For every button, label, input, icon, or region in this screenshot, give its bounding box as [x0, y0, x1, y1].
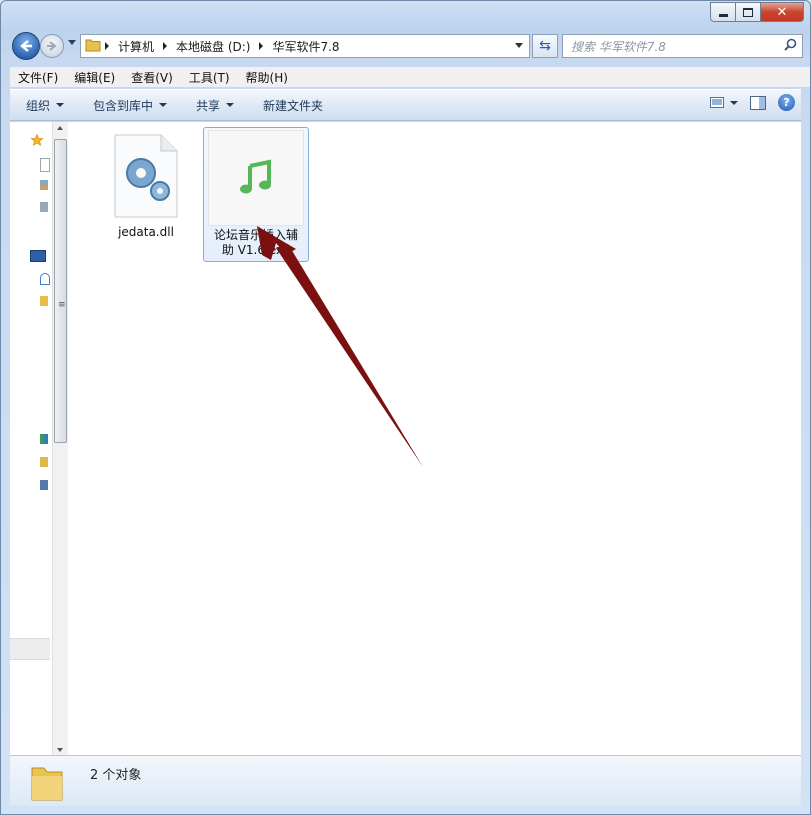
help-icon[interactable]: ? — [778, 94, 795, 111]
search-box[interactable]: 搜索 华军软件7.8 — [562, 34, 803, 58]
folder-large-icon — [30, 762, 64, 805]
forward-button[interactable] — [40, 34, 64, 58]
homegroup-icon[interactable] — [40, 273, 50, 285]
music-note-icon — [208, 130, 304, 226]
recent-places-icon[interactable] — [40, 202, 48, 212]
minimize-button[interactable] — [710, 2, 736, 22]
navigation-pane — [10, 122, 53, 756]
menu-bar: 文件(F) 编辑(E) 查看(V) 工具(T) 帮助(H) — [10, 67, 810, 87]
library-icon[interactable] — [30, 250, 46, 262]
scroll-down-icon[interactable] — [57, 748, 63, 752]
preview-pane-button[interactable] — [750, 95, 766, 110]
back-button[interactable] — [12, 32, 40, 60]
file-name-line1: 论坛音乐插入辅 — [213, 228, 298, 242]
share-label: 共享 — [196, 98, 221, 113]
search-icon[interactable] — [784, 38, 797, 54]
navigation-scrollbar[interactable]: ≡ — [52, 122, 68, 756]
breadcrumb-computer[interactable]: 计算机 — [113, 38, 159, 55]
breadcrumb-arrow-icon[interactable] — [105, 42, 109, 50]
share-button[interactable]: 共享 — [176, 97, 243, 114]
chevron-down-icon — [56, 103, 65, 107]
breadcrumb-arrow-icon[interactable] — [163, 42, 168, 50]
folder-icon[interactable] — [40, 296, 48, 306]
favorites-star-icon[interactable] — [30, 134, 44, 146]
menu-help[interactable]: 帮助(H) — [238, 67, 296, 87]
navigation-row: 计算机 本地磁盘 (D:) 华军软件7.8 ⇆ 搜索 华军软件7.8 — [10, 32, 803, 60]
downloads-icon[interactable] — [40, 180, 48, 190]
organize-label: 组织 — [26, 98, 51, 113]
file-item-selected[interactable]: 论坛音乐插入辅助 V1.6.exe — [203, 127, 309, 262]
include-in-library-button[interactable]: 包含到库中 — [73, 97, 176, 114]
scroll-up-icon[interactable] — [57, 126, 63, 130]
organize-button[interactable]: 组织 — [10, 97, 73, 114]
dll-gear-icon — [99, 129, 193, 223]
file-name: jedata.dll — [118, 225, 174, 239]
view-controls: ? — [710, 94, 795, 111]
preview-pane-icon — [750, 95, 766, 110]
pane-scrollbar-horizontal[interactable] — [10, 638, 50, 660]
content-area: ≡ jedata.dll 论坛音乐插入辅 助 V1.6.exe — [10, 121, 801, 756]
menu-view[interactable]: 查看(V) — [123, 67, 181, 87]
grip-icon: ≡ — [58, 300, 66, 310]
menu-edit[interactable]: 编辑(E) — [66, 67, 123, 87]
command-bar: 组织 包含到库中 共享 新建文件夹 ? — [10, 89, 801, 121]
breadcrumb-current-folder[interactable]: 华军软件7.8 — [267, 38, 344, 55]
view-dropdown-icon[interactable] — [730, 100, 738, 105]
refresh-button[interactable]: ⇆ — [532, 34, 558, 58]
chevron-down-icon — [159, 103, 168, 107]
breadcrumb-local-disk[interactable]: 本地磁盘 (D:) — [171, 38, 255, 55]
folder-icon[interactable] — [40, 457, 48, 467]
details-pane: 2 个对象 — [10, 755, 801, 806]
desktop-icon[interactable] — [40, 158, 50, 172]
forward-arrow-icon — [47, 41, 57, 51]
include-library-label: 包含到库中 — [93, 98, 154, 113]
close-button[interactable]: ✕ — [761, 2, 804, 22]
new-folder-label: 新建文件夹 — [263, 98, 324, 113]
file-name: 论坛音乐插入辅助 V1.6.exe — [204, 228, 308, 261]
menu-file[interactable]: 文件(F) — [10, 67, 66, 87]
file-item[interactable]: jedata.dll — [94, 127, 198, 243]
chevron-down-icon — [226, 103, 235, 107]
scrollbar-thumb[interactable]: ≡ — [54, 139, 67, 443]
back-arrow-icon — [20, 40, 32, 52]
address-bar[interactable]: 计算机 本地磁盘 (D:) 华军软件7.8 — [80, 34, 530, 58]
refresh-icon: ⇆ — [539, 38, 551, 54]
computer-icon[interactable] — [40, 480, 48, 490]
change-view-button[interactable] — [710, 97, 724, 108]
view-icon — [710, 97, 724, 108]
close-icon: ✕ — [776, 4, 788, 20]
address-history-dropdown-icon[interactable] — [515, 43, 523, 48]
minimize-icon — [718, 13, 728, 17]
search-input[interactable]: 搜索 华军软件7.8 — [563, 38, 784, 55]
folder-icon — [85, 38, 101, 55]
explorer-window: ✕ 计算机 本地磁盘 (D:) 华军软件7.8 ⇆ 搜索 华军软件7.8 文件(… — [0, 0, 811, 815]
window-controls: ✕ — [710, 2, 804, 22]
file-name-line2: 助 V1.6.exe — [221, 243, 291, 257]
recent-pages-dropdown[interactable] — [68, 40, 76, 45]
item-count: 2 个对象 — [90, 768, 142, 783]
network-icon[interactable] — [40, 434, 48, 444]
maximize-icon — [743, 7, 753, 17]
maximize-button[interactable] — [736, 2, 761, 22]
menu-tools[interactable]: 工具(T) — [181, 67, 238, 87]
breadcrumb-arrow-icon[interactable] — [259, 42, 264, 50]
file-list: jedata.dll 论坛音乐插入辅助 V1.6.exe — [68, 122, 801, 756]
new-folder-button[interactable]: 新建文件夹 — [243, 97, 332, 114]
